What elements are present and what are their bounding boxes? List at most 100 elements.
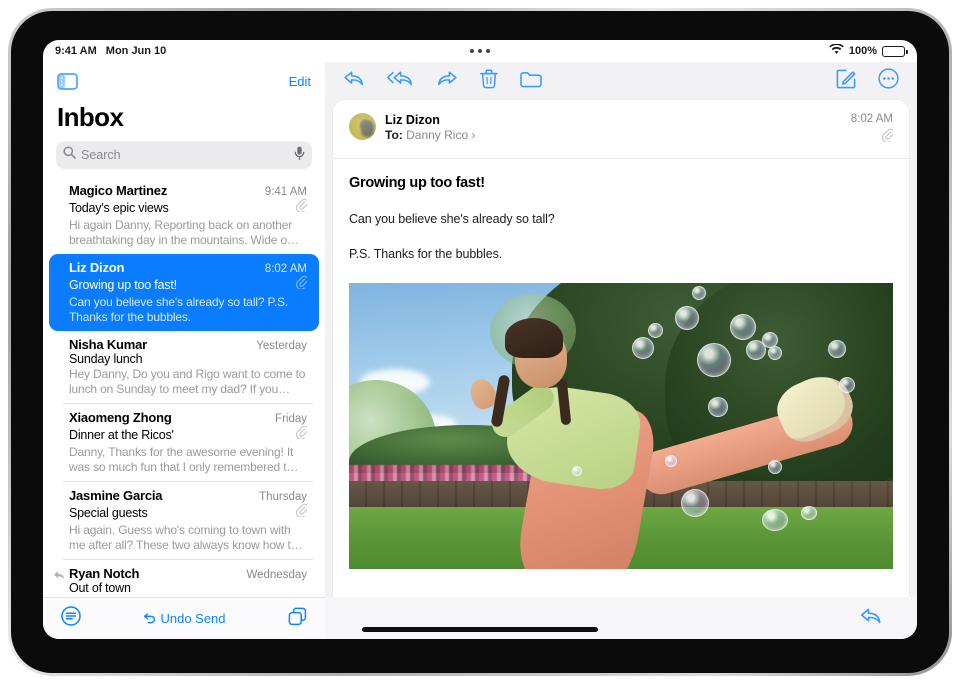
reply-icon[interactable] [859, 606, 883, 631]
mail-row-top: Ryan Notch Wednesday [69, 566, 307, 581]
mail-subject-row: Special guests [69, 503, 309, 522]
recipient-name: Danny Rico [406, 128, 469, 142]
message-header-right: 8:02 AM [850, 113, 895, 147]
forward-icon[interactable] [436, 69, 458, 93]
wifi-icon [829, 43, 844, 58]
message-sender: Liz Dizon [385, 113, 440, 127]
message-time: 8:02 AM [850, 113, 893, 125]
mail-sidebar: Edit Inbox Search Magico Martinez 9:41 AM… [43, 62, 325, 639]
battery-full-icon [882, 45, 908, 57]
trash-icon[interactable] [480, 69, 498, 94]
mail-list-item[interactable]: Xiaomeng Zhong Friday Dinner at the Ricos'… [49, 404, 319, 481]
mail-row-top: Magico Martinez 9:41 AM [69, 183, 307, 198]
mail-date: Yesterday [256, 340, 307, 352]
multitask-dot [486, 49, 490, 53]
reply-icon[interactable] [343, 69, 365, 93]
mail-subject: Sunday lunch [69, 352, 143, 366]
mail-list-item[interactable]: Ryan Notch Wednesday Out of townHowdy, nei… [49, 560, 319, 597]
mail-date: Wednesday [246, 569, 307, 581]
mail-preview: Howdy, neighbor, Just wanted to drop a q… [69, 596, 307, 597]
mail-date: 8:02 AM [264, 263, 307, 275]
mail-subject-row: Sunday lunch [69, 352, 307, 366]
mail-list-item[interactable]: Nisha Kumar Yesterday Sunday lunch Hey Dann… [49, 331, 319, 403]
mail-list-item[interactable]: Magico Martinez 9:41 AM Today's epic views… [49, 177, 319, 254]
multitask-dot [478, 49, 482, 53]
mail-subject: Dinner at the Ricos' [69, 427, 174, 442]
undo-arrow-icon [143, 611, 156, 627]
message-recipient-row[interactable]: To: Danny Rico › [385, 128, 842, 142]
bubble [827, 340, 846, 359]
mail-subject: Today's epic views [69, 200, 169, 215]
message-header-text: Liz Dizon To: Danny Rico › [385, 113, 842, 142]
reply-all-icon[interactable] [387, 69, 414, 93]
more-icon[interactable] [878, 68, 899, 94]
message-detail-pane: Liz Dizon To: Danny Rico › 8:02 AM Growi… [325, 62, 917, 639]
bubble [664, 454, 677, 467]
message-photo-attachment[interactable] [349, 283, 893, 569]
undo-send-button[interactable]: Undo Send [143, 611, 226, 627]
mail-row-top: Jasmine Garcia Thursday [69, 488, 307, 503]
paperclip-icon [295, 198, 309, 217]
status-time: 9:41 AM [55, 45, 97, 57]
avatar [349, 113, 376, 140]
paperclip-icon [295, 275, 309, 294]
mail-row-top: Xiaomeng Zhong Friday [69, 410, 307, 425]
device-frame: 9:41 AM Mon Jun 10 100% Edit Inbox Searc… [8, 8, 952, 676]
sidebar-toggle-icon[interactable] [57, 72, 78, 90]
mail-subject: Special guests [69, 505, 148, 520]
mail-subject-row: Out of town [69, 581, 307, 595]
girl-figure [466, 318, 861, 569]
mail-row-top: Liz Dizon 8:02 AM [69, 260, 307, 275]
bubble [691, 285, 706, 300]
sidebar-bottom-toolbar: Undo Send [43, 597, 325, 639]
edit-button[interactable]: Edit [289, 74, 311, 89]
message-paragraph: P.S. Thanks for the bubbles. [349, 247, 503, 261]
mail-subject-row: Today's epic views [69, 198, 309, 217]
mail-list-item[interactable]: Liz Dizon 8:02 AM Growing up too fast! Can … [49, 254, 319, 331]
filter-lines-icon[interactable] [61, 606, 81, 631]
copy-windows-icon[interactable] [288, 607, 307, 631]
search-input[interactable]: Search [81, 148, 289, 162]
mail-subject: Growing up too fast! [69, 277, 177, 292]
message-header[interactable]: Liz Dizon To: Danny Rico › 8:02 AM [333, 100, 909, 159]
mail-sender: Nisha Kumar [69, 337, 147, 352]
mail-row-top: Nisha Kumar Yesterday [69, 337, 307, 352]
mail-subject: Out of town [69, 581, 131, 595]
mail-subject-row: Dinner at the Ricos' [69, 425, 309, 444]
screen: 9:41 AM Mon Jun 10 100% Edit Inbox Searc… [43, 40, 917, 639]
bubble [838, 377, 855, 394]
undo-send-label: Undo Send [160, 611, 226, 626]
mail-sender: Liz Dizon [69, 260, 125, 275]
message-card: Liz Dizon To: Danny Rico › 8:02 AM Growi… [333, 100, 909, 597]
bubble [572, 466, 583, 477]
mail-sender: Ryan Notch [69, 566, 140, 581]
mail-date: 9:41 AM [264, 186, 307, 198]
mail-sender: Xiaomeng Zhong [69, 410, 172, 425]
message-body: Growing up too fast! Can you believe she… [333, 159, 909, 597]
mail-list[interactable]: Magico Martinez 9:41 AM Today's epic views… [43, 177, 325, 597]
microphone-icon[interactable] [294, 146, 305, 165]
status-bar-left: 9:41 AM Mon Jun 10 [55, 45, 166, 57]
mail-preview: Hi again Danny, Reporting back on anothe… [69, 218, 299, 247]
sidebar-topbar: Edit [43, 62, 325, 100]
bubble [697, 343, 732, 378]
compose-icon[interactable] [836, 69, 856, 94]
message-toolbar [325, 62, 917, 100]
status-bar-right: 100% [829, 43, 908, 58]
mail-preview: Can you believe she's already so tall? P… [69, 295, 289, 324]
home-indicator[interactable] [362, 627, 598, 632]
mail-subject-row: Growing up too fast! [69, 275, 309, 294]
search-field[interactable]: Search [56, 141, 312, 169]
multitask-dots[interactable] [470, 49, 490, 53]
bubble [680, 488, 709, 517]
mail-preview: Hi again. Guess who's coming to town wit… [69, 523, 303, 552]
replied-icon [53, 568, 65, 580]
folder-icon[interactable] [520, 70, 542, 93]
paperclip-icon [851, 128, 895, 147]
page-title: Inbox [57, 102, 124, 132]
status-date: Mon Jun 10 [105, 45, 167, 57]
message-bottom-toolbar [325, 597, 917, 639]
mail-list-item[interactable]: Jasmine Garcia Thursday Special guests Hi a… [49, 482, 319, 559]
mail-preview: Danny, Thanks for the awesome evening! I… [69, 445, 299, 474]
battery-percent-label: 100% [848, 45, 877, 57]
